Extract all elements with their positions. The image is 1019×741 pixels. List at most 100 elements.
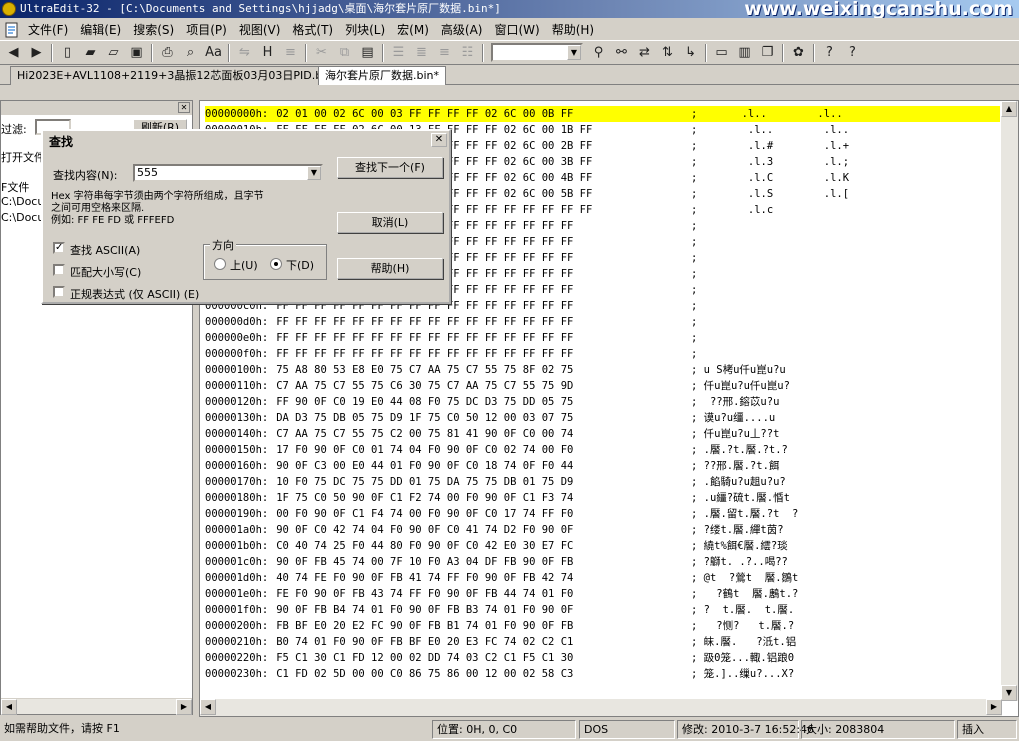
regex-checkbox[interactable] — [53, 286, 65, 298]
hex-line[interactable]: 00000000h: 02 01 00 02 6C 00 03 FF FF FF … — [205, 106, 1000, 122]
ascii-text[interactable]: ; ?缕t.饜.繟t茵? — [691, 522, 784, 538]
ascii-text[interactable]: ; ?恻? t.饜.? — [691, 618, 794, 634]
word-wrap-icon[interactable]: ≡ — [279, 42, 302, 64]
hex-bytes[interactable]: 00 F0 90 0F C1 F4 74 00 F0 90 0F C0 17 7… — [276, 508, 573, 520]
tab-haier-bin[interactable]: 海尔套片原厂数据.bin* — [318, 66, 447, 85]
ascii-text[interactable]: ; — [691, 282, 697, 298]
replace-in-files-icon[interactable]: ⇅ — [656, 42, 679, 64]
find-input[interactable]: 555 ▼ — [133, 164, 323, 182]
print-icon[interactable]: ⎙ — [156, 42, 179, 64]
scroll-down-icon[interactable]: ▼ — [1001, 685, 1017, 701]
ascii-checkbox[interactable]: ✓ — [53, 242, 65, 254]
hex-bytes[interactable]: 90 0F FB B4 74 01 F0 90 0F FB B3 74 01 F… — [276, 604, 573, 616]
hex-bytes[interactable]: FF FF FF FF FF FF FF FF FF FF FF FF FF F… — [276, 348, 573, 360]
direction-down-radio[interactable] — [270, 258, 282, 270]
hex-bytes[interactable]: 40 74 FE F0 90 0F FB 41 74 FF F0 90 0F F… — [276, 572, 573, 584]
hex-line[interactable]: 000001f0h: 90 0F FB B4 74 01 F0 90 0F FB … — [205, 602, 1000, 618]
find-in-files-icon[interactable]: ⚯ — [610, 42, 633, 64]
ascii-text[interactable]: ; 皌.饜. ?泜t.铝 — [691, 634, 796, 650]
scroll-left-icon[interactable]: ◀ — [200, 699, 216, 715]
hex-bytes[interactable]: 75 A8 80 53 E8 E0 75 C7 AA 75 C7 55 75 8… — [276, 364, 573, 376]
menu-item[interactable]: 窗口(W) — [488, 20, 545, 40]
paste-icon[interactable]: ▤ — [356, 42, 379, 64]
hex-bytes[interactable]: 90 0F C0 42 74 04 F0 90 0F C0 41 74 D2 F… — [276, 524, 573, 536]
scroll-left-icon[interactable]: ◀ — [1, 699, 17, 715]
chevron-down-icon[interactable]: ▼ — [307, 166, 321, 180]
menu-item[interactable]: 编辑(E) — [74, 20, 127, 40]
scroll-right-icon[interactable]: ▶ — [986, 699, 1002, 715]
toolbar-combo[interactable]: ▼ — [491, 43, 583, 62]
ascii-text[interactable]: ; 繞t%餌€饜.繧?琰 — [691, 538, 788, 554]
ascii-text[interactable]: ; — [691, 250, 697, 266]
ascii-text[interactable]: ; .饜.留t.饜.?t ? — [691, 506, 798, 522]
hex-mode-icon[interactable]: H — [256, 42, 279, 64]
open-files-label[interactable]: 打开文件 — [1, 149, 45, 165]
open-file-icon[interactable]: ▰ — [79, 42, 102, 64]
ascii-text[interactable]: ; 谟u?u缰....u — [691, 410, 775, 426]
ascii-text[interactable]: ; — [691, 218, 697, 234]
ascii-text[interactable]: ; ?鶳t. .?..喝?? — [691, 554, 788, 570]
title-bar[interactable]: UltraEdit-32 - [C:\Documents and Setting… — [0, 0, 1019, 18]
open-folder-icon[interactable]: ▱ — [102, 42, 125, 64]
hex-line[interactable]: 000000e0h: FF FF FF FF FF FF FF FF FF FF … — [205, 330, 1000, 346]
forward-icon[interactable]: ▶ — [25, 42, 48, 64]
new-file-icon[interactable]: ▯ — [56, 42, 79, 64]
hex-line[interactable]: 000001d0h: 40 74 FE F0 90 0F FB 41 74 FF … — [205, 570, 1000, 586]
list-item[interactable]: C:\Docu — [1, 195, 44, 208]
hex-line[interactable]: 00000110h: C7 AA 75 C7 55 75 C6 30 75 C7 … — [205, 378, 1000, 394]
direction-up-radio[interactable] — [214, 258, 226, 270]
hex-line[interactable]: 00000210h: B0 74 01 F0 90 0F FB BF E0 20 … — [205, 634, 1000, 650]
hex-line[interactable]: 00000120h: FF 90 0F C0 19 E0 44 08 F0 75 … — [205, 394, 1000, 410]
hex-bytes[interactable]: DA D3 75 DB 05 75 D9 1F 75 C0 50 12 00 0… — [276, 412, 573, 424]
hex-bytes[interactable]: FE F0 90 0F FB 43 74 FF F0 90 0F FB 44 7… — [276, 588, 573, 600]
insert-mode[interactable]: 插入 — [957, 720, 1017, 739]
dialog-title[interactable]: 查找 — [45, 133, 447, 151]
ascii-text[interactable]: ; .l.C .l.K — [691, 170, 849, 186]
print-preview-icon[interactable]: ⌕ — [179, 42, 202, 64]
menu-item[interactable]: 高级(A) — [435, 20, 489, 40]
align-right-icon[interactable]: ≡ — [433, 42, 456, 64]
menu-item[interactable]: 帮助(H) — [546, 20, 600, 40]
hex-bytes[interactable]: B0 74 01 F0 90 0F FB BF E0 20 E3 FC 74 0… — [276, 636, 573, 648]
hex-line[interactable]: 00000130h: DA D3 75 DB 05 75 D9 1F 75 C0 … — [205, 410, 1000, 426]
toggle-icon[interactable]: ⇋ — [233, 42, 256, 64]
ascii-text[interactable]: ; 仟u崑u?u丄??t — [691, 426, 779, 442]
ascii-text[interactable]: ; ? t.饜. t.饜. — [691, 602, 794, 618]
find-next-button[interactable]: 查找下一个(F) — [337, 157, 443, 178]
chevron-down-icon[interactable]: ▼ — [567, 45, 581, 60]
context-help-icon[interactable]: ? — [841, 42, 864, 64]
spell-check-icon[interactable]: Aa — [202, 42, 225, 64]
hex-bytes[interactable]: C1 FD 02 5D 00 00 C0 86 75 86 00 12 00 0… — [276, 668, 573, 680]
hex-line[interactable]: 000000d0h: FF FF FF FF FF FF FF FF FF FF … — [205, 314, 1000, 330]
help-icon[interactable]: ? — [818, 42, 841, 64]
split-vertical-icon[interactable]: ▭ — [710, 42, 733, 64]
ascii-text[interactable]: ; — [691, 266, 697, 282]
menu-item[interactable]: 格式(T) — [286, 20, 339, 40]
hex-line[interactable]: 00000180h: 1F 75 C0 50 90 0F C1 F2 74 00 … — [205, 490, 1000, 506]
scroll-up-icon[interactable]: ▲ — [1001, 101, 1017, 117]
hex-line[interactable]: 00000100h: 75 A8 80 53 E8 E0 75 C7 AA 75 … — [205, 362, 1000, 378]
ascii-text[interactable]: ; — [691, 346, 697, 362]
ascii-text[interactable]: ; 笼.]..缫u?...X? — [691, 666, 794, 682]
hex-line[interactable]: 00000200h: FB BF E0 20 E2 FC 90 0F FB B1 … — [205, 618, 1000, 634]
hex-bytes[interactable]: FF FF FF FF FF FF FF FF FF FF FF FF FF F… — [276, 316, 573, 328]
hex-line[interactable]: 00000190h: 00 F0 90 0F C1 F4 74 00 F0 90 … — [205, 506, 1000, 522]
ascii-text[interactable]: ; .u繮?硫t.饜.惛t — [691, 490, 790, 506]
hex-bytes[interactable]: 90 0F FB 45 74 00 7F 10 F0 A3 04 DF FB 9… — [276, 556, 573, 568]
ascii-text[interactable]: ; — [691, 314, 697, 330]
hex-bytes[interactable]: F5 C1 30 C1 FD 12 00 02 DD 74 03 C2 C1 F… — [276, 652, 573, 664]
hex-bytes[interactable]: 17 F0 90 0F C0 01 74 04 F0 90 0F C0 02 7… — [276, 444, 573, 456]
horizontal-scrollbar[interactable]: ◀ ▶ — [1, 698, 192, 715]
save-icon[interactable]: ▣ — [125, 42, 148, 64]
hex-bytes[interactable]: FF 90 0F C0 19 E0 44 08 F0 75 DC D3 75 D… — [276, 396, 573, 408]
plugin-icon[interactable]: ✿ — [787, 42, 810, 64]
ascii-text[interactable]: ; .l.# .l.+ — [691, 138, 849, 154]
ascii-text[interactable]: ; ??邢.鎔苡u?u — [691, 394, 779, 410]
ascii-text[interactable]: ; 趿0笼...輙.铝踉0 — [691, 650, 794, 666]
hex-bytes[interactable]: FB BF E0 20 E2 FC 90 0F FB B1 74 01 F0 9… — [276, 620, 573, 632]
hex-bytes[interactable]: 90 0F C3 00 E0 44 01 F0 90 0F C0 18 74 0… — [276, 460, 573, 472]
ascii-text[interactable]: ; .l.. .l.. — [691, 122, 849, 138]
hex-line[interactable]: 000000f0h: FF FF FF FF FF FF FF FF FF FF … — [205, 346, 1000, 362]
menu-item[interactable]: 搜索(S) — [127, 20, 180, 40]
hex-bytes[interactable]: 10 F0 75 DC 75 75 DD 01 75 DA 75 75 DB 0… — [276, 476, 573, 488]
